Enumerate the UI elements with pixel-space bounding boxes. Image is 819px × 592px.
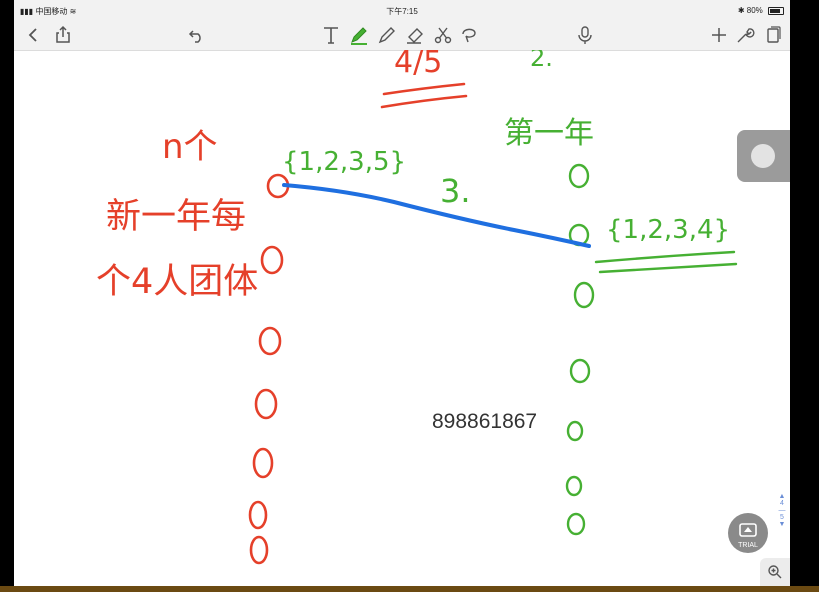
zoom-in-icon xyxy=(768,565,782,579)
wrench-icon[interactable] xyxy=(734,24,756,46)
right-title: 第一年 xyxy=(504,116,594,151)
app-screen: ▮▮▮ 中国移动 ≋ 下午7:15 ✱ 80% 4/5 2. n个 新一年每 个… xyxy=(14,0,790,586)
bottom-edge xyxy=(0,586,819,592)
battery-icon xyxy=(768,6,784,15)
microphone-icon[interactable] xyxy=(574,24,596,46)
left-line-3: 个4人团体 xyxy=(96,262,258,302)
green-circle xyxy=(566,512,586,536)
share-icon[interactable] xyxy=(52,24,74,46)
highlighter-tool-icon[interactable] xyxy=(376,24,398,46)
green-circle xyxy=(569,358,591,384)
red-circle xyxy=(258,326,282,356)
pages-icon[interactable] xyxy=(762,24,784,46)
green-circle xyxy=(573,281,595,309)
connection-line xyxy=(282,183,591,248)
battery-label: 80% xyxy=(746,6,763,15)
red-circle xyxy=(249,535,269,565)
top-fragment-green: 2. xyxy=(530,50,553,72)
red-circle xyxy=(252,447,274,479)
top-fragment-red: 4/5 xyxy=(394,50,442,80)
left-title: n个 xyxy=(162,127,218,167)
lasso-tool-icon[interactable] xyxy=(458,24,480,46)
page-navigator[interactable]: ▲ 4 — 5 ▼ xyxy=(776,493,788,528)
text-tool-icon[interactable] xyxy=(320,24,342,46)
green-circle-column xyxy=(565,163,595,536)
zoom-button[interactable] xyxy=(760,558,790,586)
middle-number: 3. xyxy=(440,172,471,210)
scissors-tool-icon[interactable] xyxy=(432,24,454,46)
page-separator: — xyxy=(778,507,786,514)
toolbar xyxy=(14,20,790,51)
page-down-icon[interactable]: ▼ xyxy=(776,521,788,528)
note-canvas[interactable]: 4/5 2. n个 新一年每 个4人团体 {1,2,3,5} 3. 第一年 {1… xyxy=(14,44,790,586)
red-circle xyxy=(260,245,284,275)
page-up-icon[interactable]: ▲ xyxy=(776,493,788,500)
eraser-tool-icon[interactable] xyxy=(404,24,426,46)
clock: 下午7:15 xyxy=(386,7,418,16)
undo-icon[interactable] xyxy=(186,24,208,46)
green-circle xyxy=(566,420,584,442)
green-circle xyxy=(568,163,590,189)
status-bar: ▮▮▮ 中国移动 ≋ 下午7:15 ✱ 80% xyxy=(14,0,790,20)
set-left: {1,2,3,5} xyxy=(282,147,406,177)
pen-tool-icon[interactable] xyxy=(348,24,370,46)
left-line-2: 新一年每 xyxy=(106,197,246,237)
assistive-touch-button[interactable] xyxy=(737,130,790,182)
screen-record-icon xyxy=(739,523,757,537)
green-circle xyxy=(565,475,583,497)
trial-label: TRIAL xyxy=(738,542,758,549)
current-page: 4 xyxy=(780,500,784,507)
red-circle-column xyxy=(248,173,290,565)
bluetooth-icon: ✱ xyxy=(737,6,747,15)
add-icon[interactable] xyxy=(708,24,730,46)
set-right: {1,2,3,4} xyxy=(606,215,730,245)
red-circle xyxy=(248,500,268,530)
underline-red xyxy=(380,82,468,109)
battery-indicator: ✱ 80% xyxy=(738,6,784,15)
trial-badge[interactable]: TRIAL xyxy=(728,513,768,553)
total-pages: 5 xyxy=(780,514,784,521)
watermark: 898861867 xyxy=(432,410,538,433)
underline-green xyxy=(594,250,738,274)
assistive-touch-dot xyxy=(751,144,775,168)
back-icon[interactable] xyxy=(22,24,44,46)
red-circle xyxy=(254,388,278,420)
